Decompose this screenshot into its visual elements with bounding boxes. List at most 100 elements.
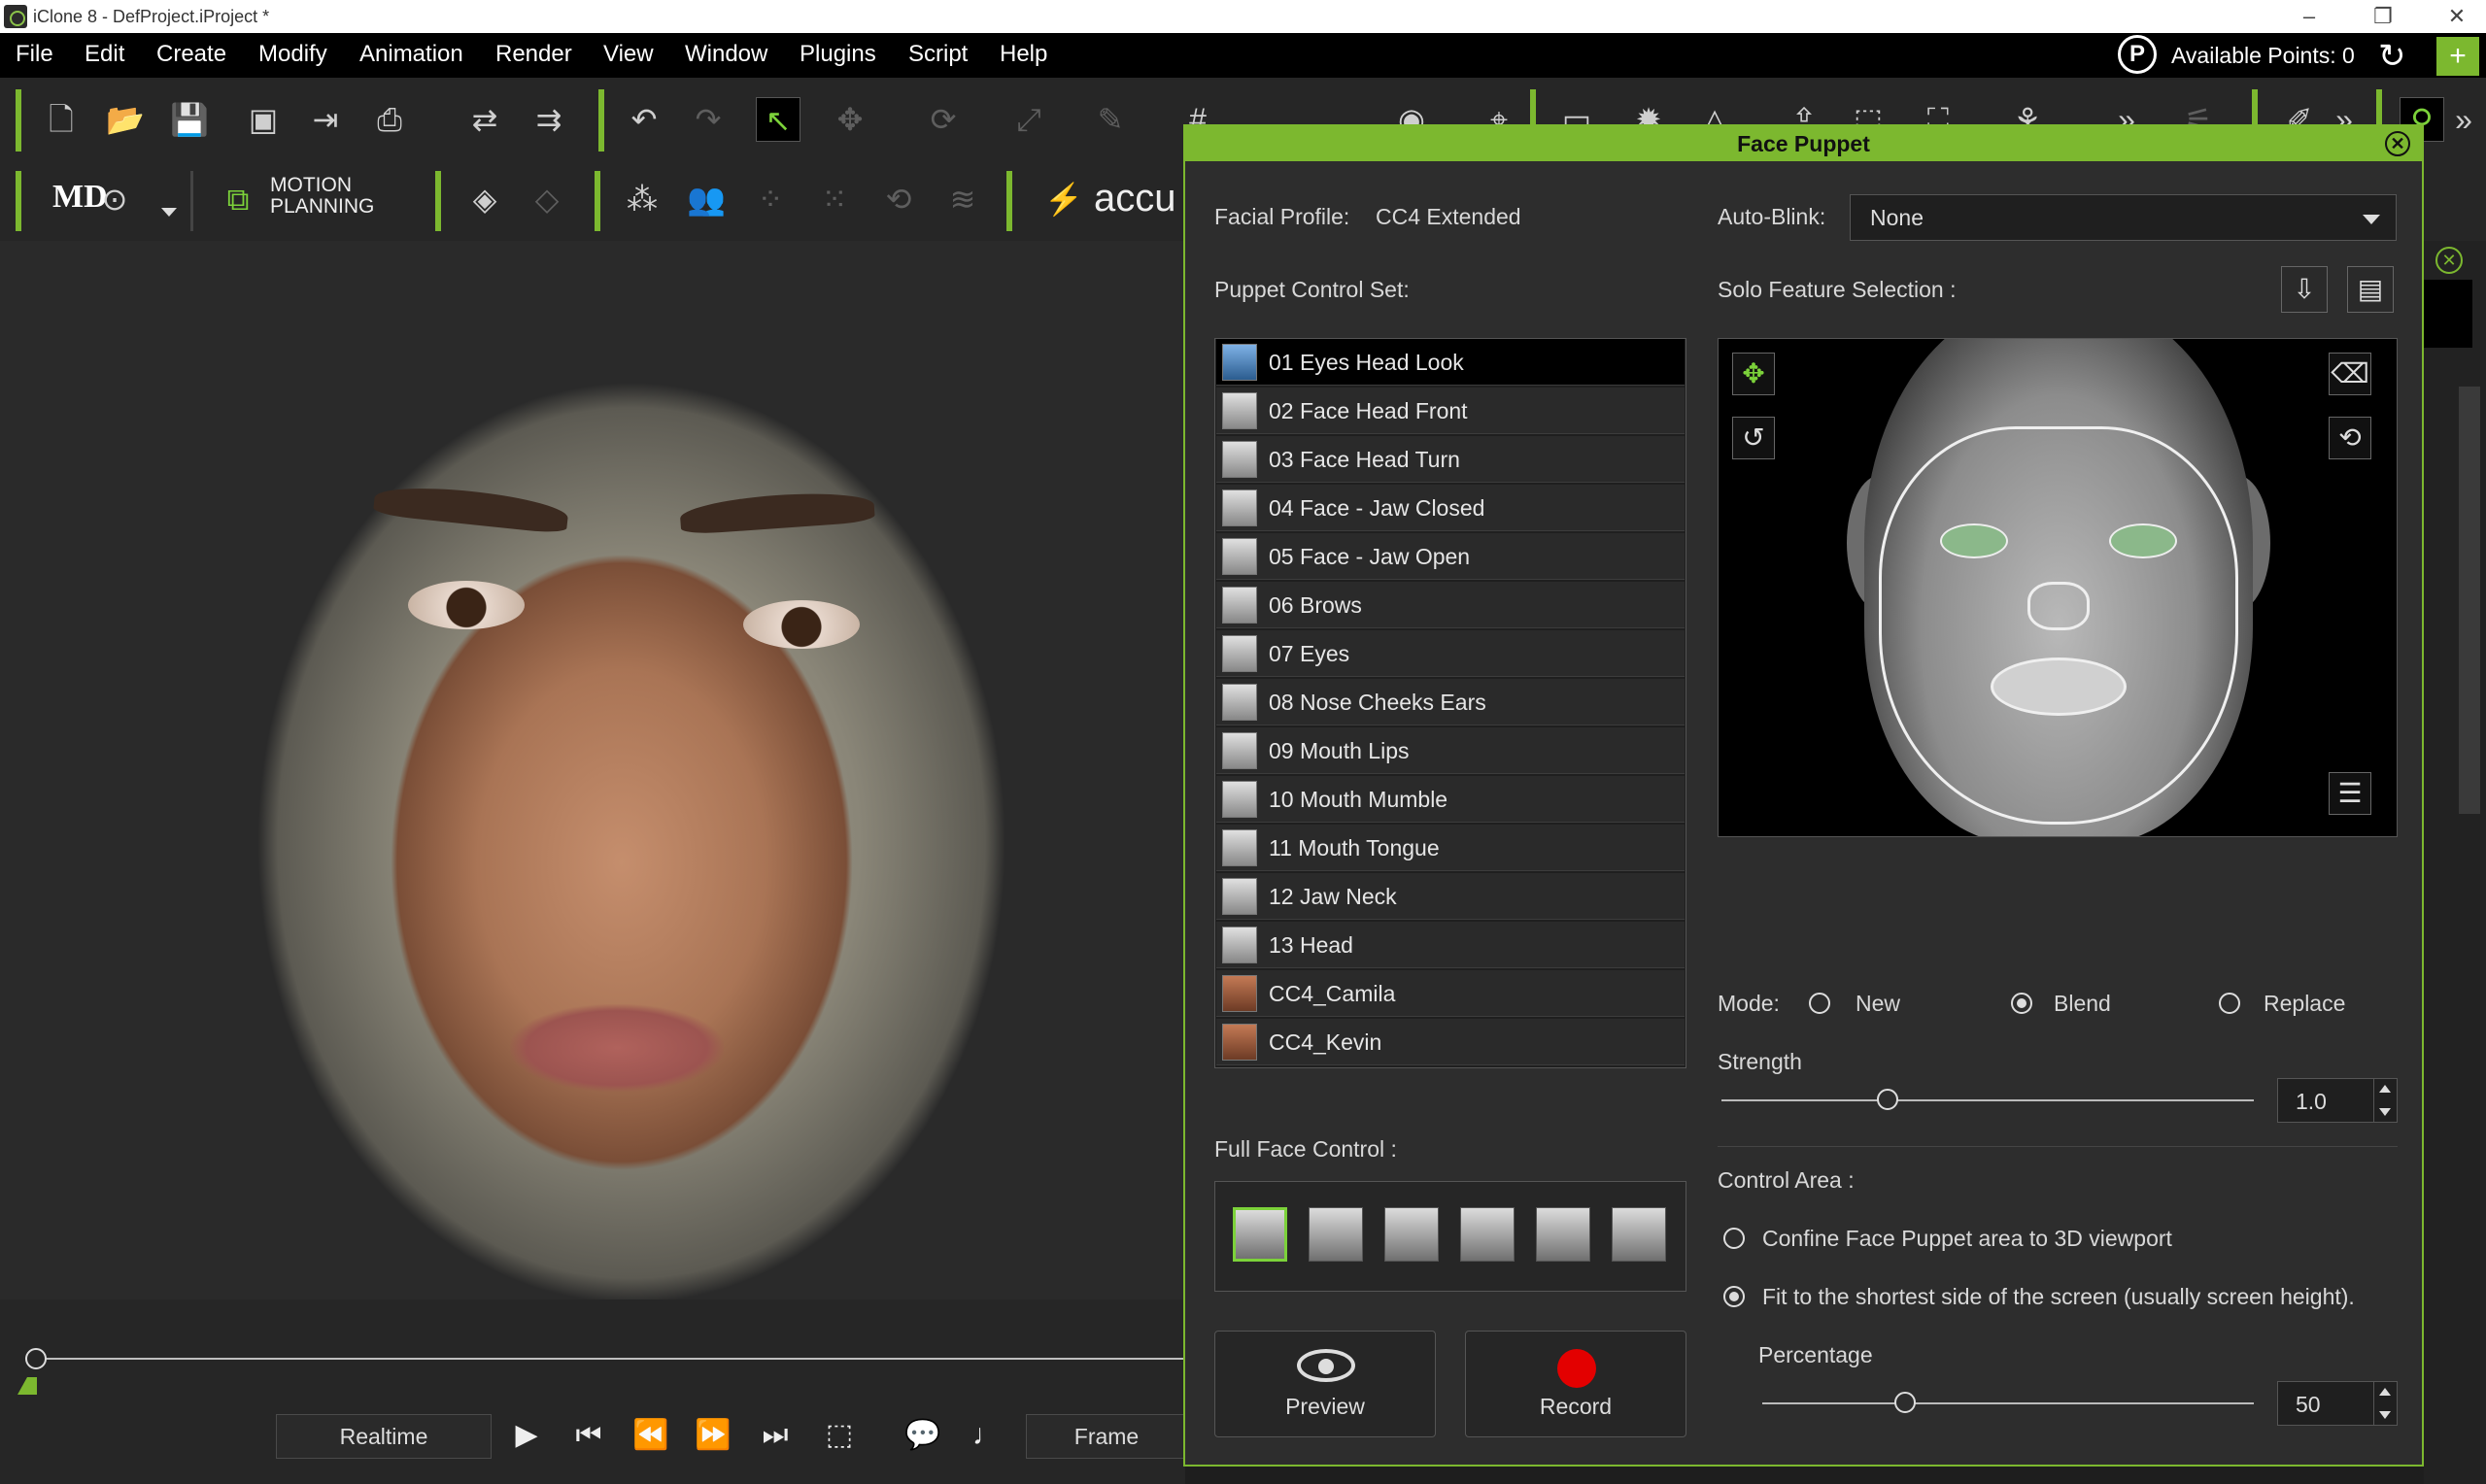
crowd-icon[interactable]: ⁂ bbox=[620, 177, 664, 221]
percentage-slider-track[interactable] bbox=[1762, 1402, 2254, 1404]
spin-up-icon[interactable] bbox=[2379, 1388, 2391, 1396]
menu-window[interactable]: Window bbox=[685, 41, 767, 68]
path-icon[interactable]: ◇ bbox=[525, 177, 569, 221]
close-dialog-icon[interactable]: ✕ bbox=[2385, 131, 2410, 156]
skip-end-icon[interactable]: ⏭ bbox=[756, 1416, 795, 1455]
play-icon[interactable]: ▶ bbox=[507, 1416, 546, 1455]
new-file-icon[interactable]: 🗋 bbox=[39, 97, 84, 142]
full-face-preset-6[interactable] bbox=[1612, 1207, 1666, 1262]
import-icon[interactable]: ▣ bbox=[241, 97, 286, 142]
redo-icon[interactable]: ↷ bbox=[686, 97, 731, 142]
mode-replace-radio[interactable] bbox=[2219, 993, 2240, 1014]
accurig-label[interactable]: accu bbox=[1094, 177, 1176, 220]
menu-edit[interactable]: Edit bbox=[85, 41, 124, 68]
menu-create[interactable]: Create bbox=[156, 41, 226, 68]
menu-script[interactable]: Script bbox=[908, 41, 968, 68]
snap-tool-icon[interactable]: ✎ bbox=[1088, 97, 1133, 142]
strength-slider-track[interactable] bbox=[1721, 1099, 2254, 1101]
spin-up-icon[interactable] bbox=[2379, 1085, 2391, 1093]
scale-tool-icon[interactable]: ⤢ bbox=[1006, 97, 1051, 142]
list-item[interactable]: 11 Mouth Tongue bbox=[1216, 825, 1685, 871]
motion-transfer-icon[interactable]: ⇉ bbox=[527, 97, 571, 142]
dropdown-arrow-icon[interactable] bbox=[161, 208, 177, 217]
list-item[interactable]: 01 Eyes Head Look bbox=[1216, 339, 1685, 386]
select-tool-icon[interactable]: ↖ bbox=[756, 97, 800, 142]
skip-start-icon[interactable]: ⏮ bbox=[569, 1416, 608, 1455]
reset-icon[interactable]: ↺ bbox=[1732, 417, 1775, 459]
loop-icon[interactable]: ⟲ bbox=[876, 177, 921, 221]
record-button[interactable]: Record bbox=[1465, 1331, 1686, 1437]
spin-down-icon[interactable] bbox=[2379, 1411, 2391, 1419]
list-item[interactable]: 02 Face Head Front bbox=[1216, 388, 1685, 434]
music-note-icon[interactable]: ♩ bbox=[968, 1416, 1006, 1455]
list-item[interactable]: 04 Face - Jaw Closed bbox=[1216, 485, 1685, 531]
menu-plugins[interactable]: Plugins bbox=[800, 41, 876, 68]
strength-spinbox[interactable]: 1.0 bbox=[2277, 1078, 2398, 1123]
step-back-icon[interactable]: ⏪ bbox=[631, 1416, 670, 1455]
timeline-playhead[interactable] bbox=[25, 1348, 47, 1369]
list-item[interactable]: 03 Face Head Turn bbox=[1216, 436, 1685, 483]
menu-modify[interactable]: Modify bbox=[258, 41, 327, 68]
list-item[interactable]: 07 Eyes bbox=[1216, 630, 1685, 677]
menu-view[interactable]: View bbox=[603, 41, 654, 68]
restore-button[interactable]: ❐ bbox=[2359, 2, 2407, 31]
puppet-move-icon[interactable]: ✥ bbox=[1732, 353, 1775, 395]
open-folder-icon[interactable]: 📂 bbox=[103, 97, 148, 142]
minimize-button[interactable]: – bbox=[2285, 2, 2333, 31]
full-face-preset-2[interactable] bbox=[1309, 1207, 1363, 1262]
mode-blend-radio[interactable] bbox=[2011, 993, 2032, 1014]
loop-mode-icon[interactable]: ⬚ bbox=[820, 1416, 859, 1455]
list-item[interactable]: 13 Head bbox=[1216, 922, 1685, 968]
list-view-icon[interactable]: ☰ bbox=[2329, 772, 2371, 815]
full-face-preset-1[interactable] bbox=[1233, 1207, 1287, 1262]
move-tool-icon[interactable]: ✥ bbox=[828, 97, 872, 142]
step-forward-icon[interactable]: ⏩ bbox=[694, 1416, 732, 1455]
close-dock-icon[interactable]: ✕ bbox=[2435, 247, 2463, 274]
spin-down-icon[interactable] bbox=[2379, 1108, 2391, 1116]
motion-planning-icon[interactable]: ⧉ bbox=[216, 177, 260, 221]
preview-button[interactable]: Preview bbox=[1214, 1331, 1436, 1437]
left-eye-region[interactable] bbox=[1940, 523, 2008, 558]
accurig-icon[interactable]: ⚡ bbox=[1041, 177, 1086, 221]
menu-file[interactable]: File bbox=[16, 41, 53, 68]
motion-planning-button[interactable]: MOTION PLANNING bbox=[270, 175, 374, 218]
realtime-button[interactable]: Realtime bbox=[276, 1414, 492, 1459]
eraser-icon[interactable]: ⌫ bbox=[2329, 353, 2371, 395]
3d-viewport[interactable] bbox=[0, 241, 1185, 1299]
rotate-tool-icon[interactable]: ⟳ bbox=[921, 97, 966, 142]
close-window-button[interactable]: ✕ bbox=[2433, 2, 2481, 31]
percentage-slider-knob[interactable] bbox=[1894, 1392, 1916, 1413]
menu-help[interactable]: Help bbox=[1000, 41, 1047, 68]
add-points-button[interactable]: + bbox=[2436, 37, 2479, 76]
menu-animation[interactable]: Animation bbox=[359, 41, 463, 68]
full-face-preset-3[interactable] bbox=[1384, 1207, 1439, 1262]
wave-icon[interactable]: ≋ bbox=[940, 177, 985, 221]
mode-new-radio[interactable] bbox=[1809, 993, 1830, 1014]
full-face-preset-5[interactable] bbox=[1536, 1207, 1590, 1262]
list-item[interactable]: 10 Mouth Mumble bbox=[1216, 776, 1685, 823]
full-face-preset-4[interactable] bbox=[1460, 1207, 1515, 1262]
subtitle-icon[interactable]: 💬 bbox=[903, 1416, 942, 1455]
usd-export-icon[interactable]: ⎙ bbox=[367, 97, 412, 142]
strength-slider-knob[interactable] bbox=[1877, 1089, 1898, 1110]
load-profile-icon[interactable]: ⇩ bbox=[2281, 266, 2328, 313]
motion-retarget-icon[interactable]: ⇄ bbox=[462, 97, 507, 142]
swap-icon[interactable]: ⟲ bbox=[2329, 417, 2371, 459]
list-item[interactable]: CC4_Camila bbox=[1216, 970, 1685, 1017]
percentage-spinbox[interactable]: 50 bbox=[2277, 1381, 2398, 1426]
save-icon[interactable]: 💾 bbox=[167, 97, 212, 142]
export-icon[interactable]: ⇥ bbox=[303, 97, 348, 142]
keyframe-icon[interactable]: ◈ bbox=[462, 177, 507, 221]
undo-icon[interactable]: ↶ bbox=[622, 97, 666, 142]
auto-blink-select[interactable]: None bbox=[1850, 194, 2397, 241]
group-icon[interactable]: 👥 bbox=[684, 177, 729, 221]
list-item[interactable]: 09 Mouth Lips bbox=[1216, 727, 1685, 774]
mouth-region[interactable] bbox=[1991, 658, 2127, 716]
list-item[interactable]: 06 Brows bbox=[1216, 582, 1685, 628]
menu-render[interactable]: Render bbox=[495, 41, 572, 68]
list-item[interactable]: 08 Nose Cheeks Ears bbox=[1216, 679, 1685, 725]
solo-feature-view[interactable]: ✥ ↺ ⌫ ⟲ ☰ bbox=[1718, 338, 2398, 837]
array-icon[interactable]: ⁙ bbox=[812, 177, 857, 221]
timeline-track[interactable] bbox=[35, 1358, 1185, 1360]
nose-region[interactable] bbox=[2027, 582, 2090, 630]
